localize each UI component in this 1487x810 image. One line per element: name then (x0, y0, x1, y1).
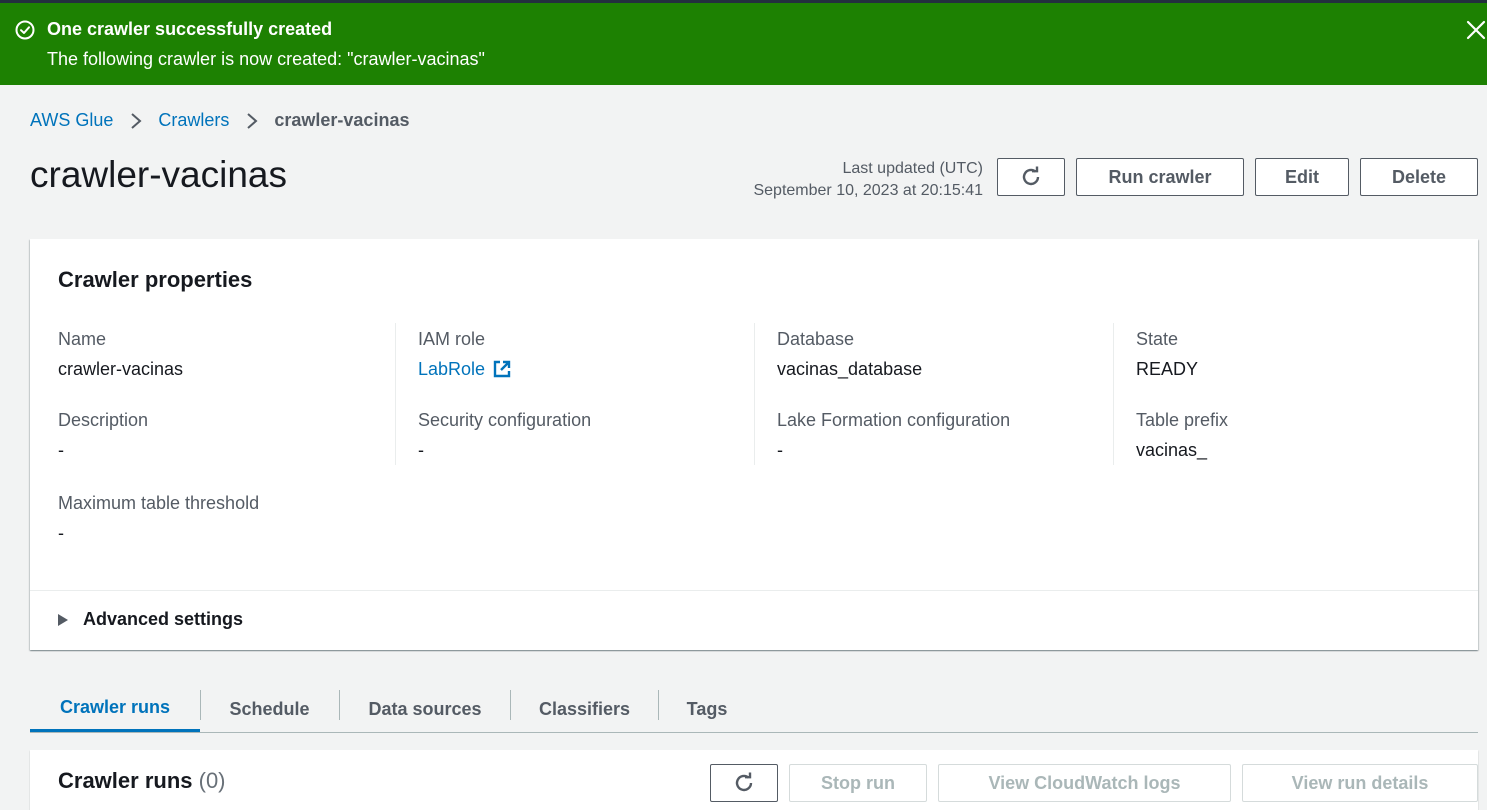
panel-title: Crawler properties (58, 267, 253, 292)
runs-refresh-button[interactable] (710, 764, 778, 802)
prop-value: crawler-vacinas (58, 359, 184, 379)
breadcrumb-crawlers[interactable]: Crawlers (158, 110, 229, 131)
prop-label: Lake Formation configuration (777, 410, 1011, 430)
prop-label: Database (777, 329, 855, 349)
last-updated-label: Last updated (UTC) (842, 160, 983, 177)
column-divider (1113, 323, 1114, 465)
close-icon[interactable] (1465, 19, 1487, 41)
prop-name: Name crawler-vacinas (58, 328, 183, 380)
column-divider (395, 323, 396, 465)
edit-button[interactable]: Edit (1255, 158, 1349, 196)
prop-label: Security configuration (418, 410, 592, 430)
prop-value: - (58, 440, 64, 460)
stop-run-button[interactable]: Stop run (789, 764, 927, 802)
refresh-icon (735, 772, 753, 792)
runs-title-text: Crawler runs (58, 768, 193, 793)
flash-message: The following crawler is now created: "c… (47, 49, 485, 69)
prop-description: Description - (58, 409, 148, 461)
crawler-runs-panel: Crawler runs (0) Stop run View CloudWatc… (30, 750, 1478, 810)
advanced-settings-toggle[interactable]: Advanced settings (58, 609, 243, 630)
tab-schedule[interactable]: Schedule (201, 686, 338, 732)
external-link-icon (493, 360, 511, 378)
prop-value: - (777, 440, 783, 460)
prop-value: - (58, 523, 64, 543)
prop-value: vacinas_ (1136, 440, 1208, 460)
check-circle-icon (15, 20, 35, 40)
tab-data-sources[interactable]: Data sources (340, 686, 510, 732)
breadcrumb-current: crawler-vacinas (274, 110, 410, 130)
column-divider (754, 323, 755, 465)
breadcrumb-aws-glue[interactable]: AWS Glue (30, 110, 113, 131)
divider (30, 590, 1478, 591)
prop-iam-role: IAM role LabRole (418, 328, 512, 380)
prop-label: Maximum table threshold (58, 493, 260, 513)
prop-label: Table prefix (1136, 410, 1229, 430)
tab-crawler-runs[interactable]: Crawler runs (30, 686, 200, 732)
breadcrumb: AWS Glue Crawlers crawler-vacinas (30, 110, 409, 131)
view-run-details-button[interactable]: View run details (1242, 764, 1478, 802)
prop-security-configuration: Security configuration - (418, 409, 591, 461)
run-crawler-button[interactable]: Run crawler (1076, 158, 1244, 196)
tab-bar: Crawler runs Schedule Data sources Class… (30, 686, 1478, 733)
delete-button[interactable]: Delete (1360, 158, 1478, 196)
tab-tags[interactable]: Tags (659, 686, 755, 732)
prop-lake-formation: Lake Formation configuration - (777, 409, 1010, 461)
prop-label: Description (58, 410, 149, 430)
prop-label: IAM role (418, 329, 486, 349)
prop-value: - (418, 440, 424, 460)
prop-database: Database vacinas_database (777, 328, 922, 380)
chevron-right-icon (247, 112, 258, 129)
last-updated-value: September 10, 2023 at 20:15:41 (753, 182, 983, 199)
refresh-button[interactable] (997, 158, 1065, 196)
advanced-settings-label: Advanced settings (83, 609, 244, 629)
prop-value: vacinas_database (777, 359, 923, 379)
iam-role-link-text: LabRole (418, 359, 486, 379)
last-updated: Last updated (UTC) September 10, 2023 at… (753, 158, 983, 202)
prop-value: READY (1136, 359, 1199, 379)
success-flashbar: One crawler successfully created The fol… (0, 3, 1487, 85)
runs-count: (0) (198, 768, 226, 793)
flash-title: One crawler successfully created (47, 19, 333, 39)
view-cloudwatch-logs-button[interactable]: View CloudWatch logs (938, 764, 1231, 802)
prop-label: State (1136, 329, 1179, 349)
caret-right-icon (58, 613, 68, 626)
prop-table-prefix: Table prefix vacinas_ (1136, 409, 1228, 461)
tab-classifiers[interactable]: Classifiers (511, 686, 658, 732)
crawler-properties-panel: Crawler properties Name crawler-vacinas … (30, 239, 1478, 650)
refresh-icon (1022, 166, 1040, 186)
chevron-right-icon (131, 112, 142, 129)
prop-max-table-threshold: Maximum table threshold - (58, 492, 259, 544)
prop-label: Name (58, 329, 107, 349)
page-title: crawler-vacinas (30, 154, 288, 195)
prop-state: State READY (1136, 328, 1198, 380)
iam-role-link[interactable]: LabRole (418, 358, 512, 380)
runs-title: Crawler runs (0) (58, 768, 226, 794)
